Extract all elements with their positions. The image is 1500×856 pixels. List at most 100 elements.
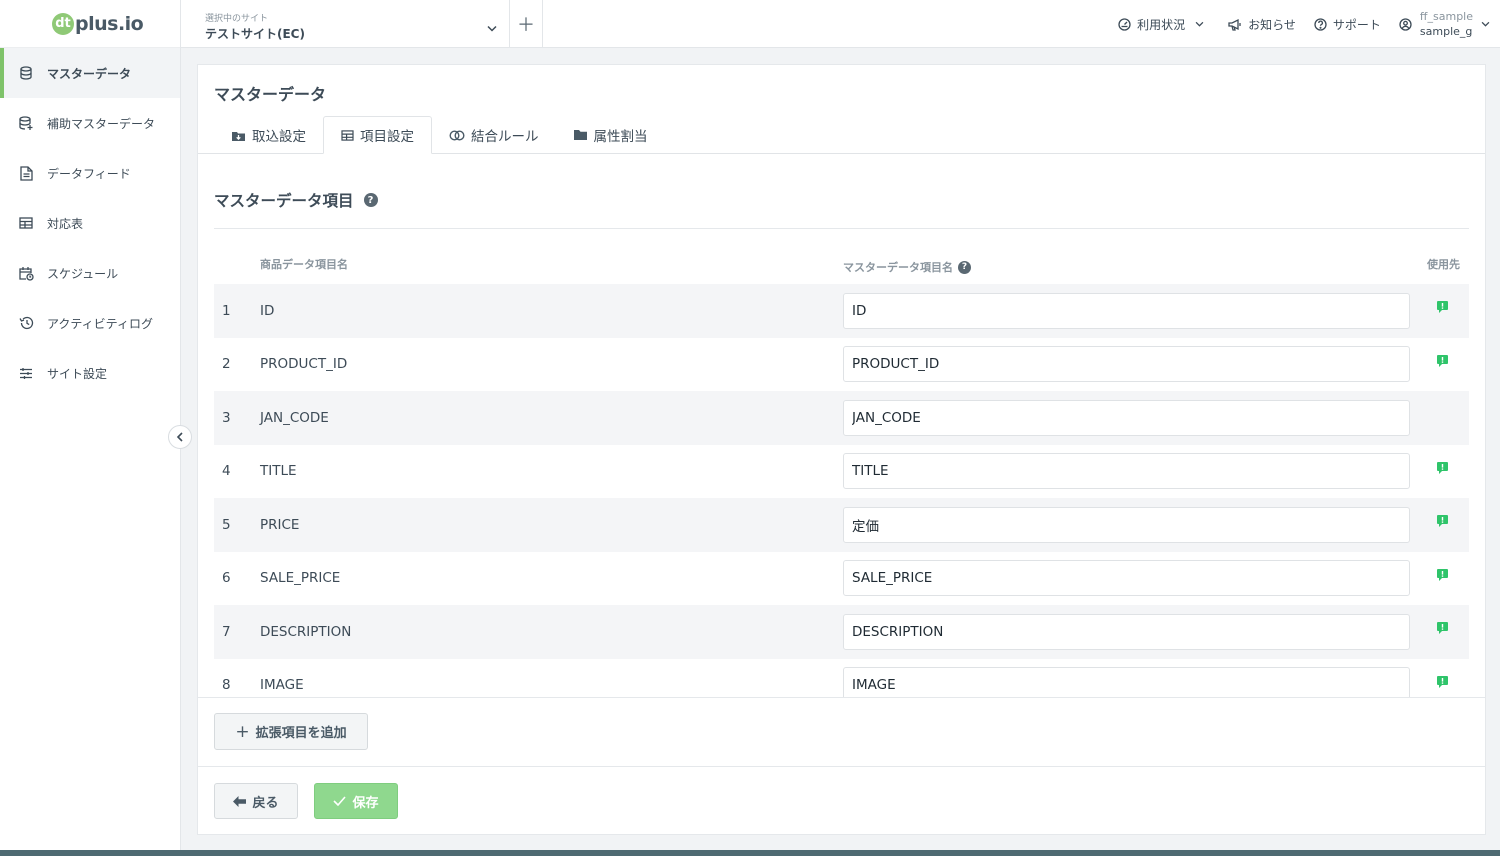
logo-text: plus.io [75, 12, 144, 35]
field-table-body: 1 ID 2 PRODUCT_ID 3 JAN_CODE 4 TITLE 5 PRICE 6 SALE… [214, 284, 1469, 697]
sidebar-item-master-data[interactable]: マスターデータ [0, 48, 180, 98]
section-divider [214, 228, 1469, 229]
help-icon[interactable]: ? [958, 260, 971, 274]
tab-label: 取込設定 [252, 129, 306, 145]
tab-label: 属性割当 [593, 129, 648, 145]
section-title: マスターデータ項目 ? [214, 189, 378, 211]
tab-label: 項目設定 [360, 129, 414, 145]
sidebar-item-site-settings[interactable]: サイト設定 [0, 348, 180, 398]
sidebar-collapse-button[interactable] [168, 425, 192, 449]
sidebar-item-data-feed[interactable]: データフィード [0, 148, 180, 198]
sidebar-item-label: アクティビティログ [47, 316, 153, 331]
sidebar-item-sub-master-data[interactable]: 補助マスターデータ [0, 98, 180, 148]
tab-label: 結合ルール [471, 129, 539, 145]
user-menu[interactable]: ff_sample sample_g [1399, 9, 1490, 39]
sidebar-item-label: サイト設定 [47, 366, 108, 381]
row-number: 6 [222, 570, 231, 587]
master-field-input[interactable] [843, 292, 1410, 329]
support-link[interactable]: サポート [1314, 16, 1381, 33]
logo-mark: dt [52, 12, 74, 35]
back-button[interactable]: 戻る [214, 783, 298, 819]
site-selector-value: テストサイト(EC) [205, 27, 305, 41]
question-circle-icon [1314, 17, 1333, 31]
database-icon [18, 65, 34, 81]
folder-icon [573, 129, 594, 141]
chevron-down-icon [1481, 21, 1490, 27]
table-row: 5 PRICE [214, 498, 1469, 552]
site-selector-label: 選択中のサイト [205, 14, 269, 24]
site-selector[interactable]: 選択中のサイト テストサイト(EC) [181, 0, 510, 48]
tab-merge-rules[interactable]: 結合ルール [432, 116, 556, 154]
user-name: sample_g [1419, 25, 1473, 38]
save-button[interactable]: 保存 [314, 783, 398, 819]
usage-alert-icon[interactable] [1436, 300, 1449, 318]
master-field-input[interactable] [843, 506, 1410, 543]
sidebar-item-activity-log[interactable]: アクティビティログ [0, 298, 180, 348]
tab-bar: 取込設定 項目設定 結合ルール 属性割当 [214, 116, 665, 154]
master-field-input[interactable] [843, 346, 1410, 383]
column-header-product-field: 商品データ項目名 [260, 258, 348, 271]
master-field-input[interactable] [843, 613, 1410, 650]
usage-alert-icon[interactable] [1436, 621, 1449, 639]
usage-alert-icon[interactable] [1436, 354, 1449, 372]
tab-attribute-assignment[interactable]: 属性割当 [556, 116, 665, 154]
column-header-usage: 使用先 [1427, 258, 1460, 271]
file-icon [18, 165, 34, 181]
sidebar-item-label: 補助マスターデータ [47, 116, 156, 131]
page-title: マスターデータ [214, 85, 327, 104]
usage-menu[interactable]: 利用状況 [1118, 16, 1210, 33]
table-row: 3 JAN_CODE [214, 391, 1469, 445]
save-label: 保存 [352, 795, 379, 811]
product-field-name: ID [260, 302, 275, 319]
sidebar-item-mapping-table[interactable]: 対応表 [0, 198, 180, 248]
gauge-icon [1118, 17, 1137, 31]
notice-label: お知らせ [1248, 17, 1296, 32]
row-number: 8 [222, 677, 231, 694]
table-row: 2 PRODUCT_ID [214, 338, 1469, 392]
add-extended-field-label: 拡張項目を追加 [255, 726, 347, 741]
add-extended-field-button[interactable]: + 拡張項目を追加 [214, 713, 368, 750]
usage-alert-icon[interactable] [1436, 461, 1449, 479]
master-field-input[interactable] [843, 667, 1410, 697]
product-field-name: TITLE [260, 463, 297, 480]
tab-field-settings[interactable]: 項目設定 [323, 116, 432, 154]
tab-import-settings[interactable]: 取込設定 [214, 116, 323, 154]
check-icon [333, 796, 352, 806]
back-label: 戻る [252, 795, 279, 811]
master-field-input[interactable] [843, 399, 1410, 436]
row-number: 2 [222, 356, 231, 373]
arrow-left-icon [233, 795, 252, 807]
sidebar: dt plus.io マスターデータ 補助マスターデータ データフィード 対応表… [0, 0, 181, 856]
user-circle-icon [1399, 17, 1412, 31]
table-icon [18, 215, 34, 231]
master-field-input[interactable] [843, 560, 1410, 597]
sidebar-item-label: データフィード [47, 166, 131, 181]
top-header: 選択中のサイト テストサイト(EC) ＋ 利用状況 お知らせ サポート ff_s… [181, 0, 1500, 48]
usage-alert-icon[interactable] [1436, 568, 1449, 586]
usage-alert-icon[interactable] [1436, 675, 1449, 693]
sidebar-item-schedule[interactable]: スケジュール [0, 248, 180, 298]
help-icon[interactable]: ? [363, 193, 378, 207]
sidebar-item-label: 対応表 [47, 216, 84, 231]
master-field-input[interactable] [843, 453, 1410, 490]
chevron-left-icon [176, 432, 184, 442]
sliders-icon [18, 365, 34, 381]
support-label: サポート [1332, 17, 1381, 32]
plus-icon: + [235, 721, 250, 742]
usage-alert-icon[interactable] [1436, 514, 1449, 532]
add-site-button[interactable]: ＋ [510, 0, 543, 48]
notice-link[interactable]: お知らせ [1228, 16, 1296, 33]
merge-circles-icon [449, 129, 471, 141]
product-field-name: PRODUCT_ID [260, 356, 348, 373]
product-field-name: IMAGE [260, 677, 304, 694]
row-number: 7 [222, 623, 231, 640]
row-number: 5 [222, 516, 231, 533]
calendar-clock-icon [18, 265, 34, 281]
main-card: マスターデータ 取込設定 項目設定 結合ルール 属性割当 マスターデータ項目 ?… [197, 64, 1486, 835]
logo[interactable]: dt plus.io [0, 0, 180, 48]
footer-divider [198, 697, 1485, 698]
product-field-name: JAN_CODE [260, 409, 329, 426]
table-row: 8 IMAGE [214, 659, 1469, 697]
usage-label: 利用状況 [1137, 17, 1186, 32]
table-row: 4 TITLE [214, 445, 1469, 499]
